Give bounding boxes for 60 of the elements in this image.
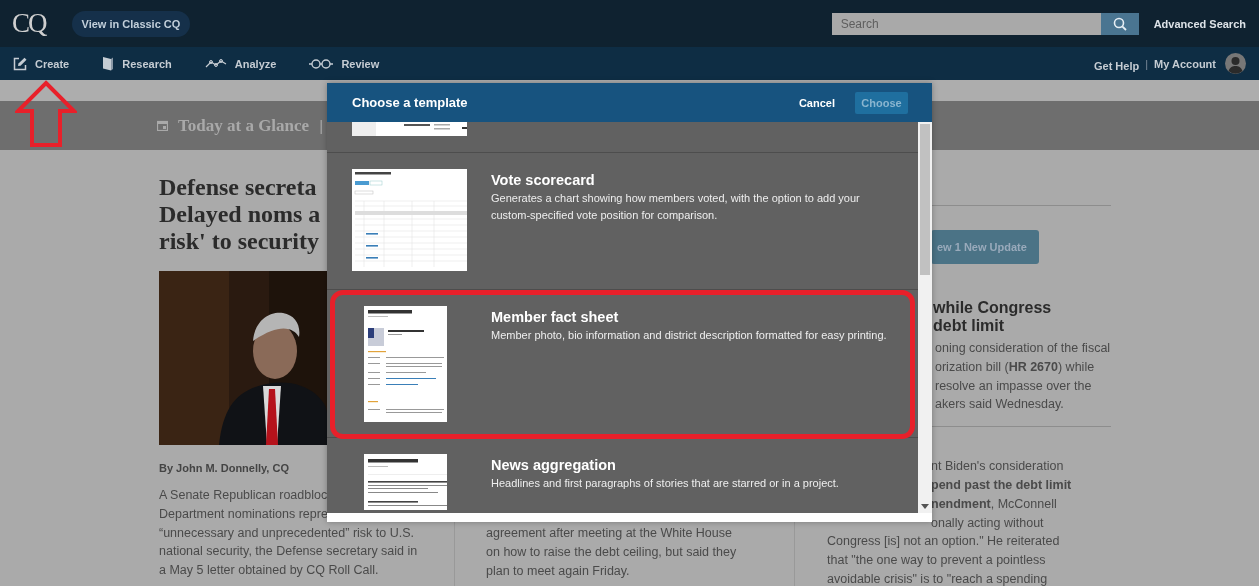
- story-text-line: nt Biden's consideration: [931, 458, 1064, 476]
- nav-item[interactable]: Research: [102, 56, 172, 71]
- avatar-icon[interactable]: [1225, 53, 1246, 74]
- story-text-line: plan to meet again Friday.: [486, 562, 630, 580]
- classic-view-link[interactable]: View in Classic CQ: [71, 10, 191, 37]
- headline-line[interactable]: while Congress: [933, 299, 1052, 317]
- book-icon: [102, 56, 115, 71]
- edit-icon: [13, 56, 27, 71]
- search-icon: [1112, 16, 1127, 31]
- template-name: Vote scorecard: [491, 171, 596, 190]
- search-field[interactable]: Search: [831, 12, 1101, 35]
- search-button[interactable]: [1100, 12, 1139, 35]
- story-text-line: akers said Wednesday.: [935, 396, 1064, 414]
- headline-line[interactable]: Defense secreta: [159, 174, 317, 201]
- section-title: Today at a Glance: [178, 115, 310, 136]
- calendar-icon: [157, 120, 168, 131]
- headline-line[interactable]: risk' to security: [159, 228, 319, 255]
- separator: |: [1145, 57, 1149, 70]
- cancel-button[interactable]: Cancel: [792, 95, 841, 110]
- story-text-line: national security, the Defense secretary said in: [159, 543, 418, 561]
- help-link[interactable]: Get Help: [1093, 59, 1140, 72]
- byline: By John M. Donnelly, CQ: [159, 462, 290, 474]
- story-text-line: resolve an impasse over the: [935, 377, 1092, 395]
- template-description: Generates a chart showing how members voted, with the option to add your custom-specified vote position for comparison.: [491, 191, 861, 223]
- headline-line[interactable]: debt limit: [933, 317, 1005, 335]
- logo[interactable]: CQ: [12, 8, 46, 39]
- story-text-line: pend past the debt limit: [931, 477, 1072, 494]
- story-text-line: agreement after meeting at the White House: [486, 525, 732, 542]
- story-text-line: A Senate Republican roadbloc: [159, 487, 328, 504]
- story-text-line: avoidable crisis" is to "reach a spending: [827, 570, 1048, 586]
- template-description: Headlines and first paragraphs of stories that are starred or in a project.: [491, 476, 840, 491]
- story-text-line: “unnecessary and unprecedented” risk to U.S.: [159, 524, 414, 542]
- scrollbar-thumb[interactable]: [920, 124, 930, 275]
- story-text-line: Department nominations repre: [159, 505, 328, 523]
- nav-item[interactable]: Create: [13, 56, 70, 71]
- headline-line[interactable]: Delayed noms a: [159, 201, 321, 228]
- template-description: Member photo, bio information and district description formatted for easy printing.: [491, 328, 888, 343]
- account-link[interactable]: My Account: [1154, 57, 1216, 70]
- story-text-line: onally acting without: [931, 514, 1044, 532]
- story-text-line: orization bill (HR 2670) while: [935, 358, 1095, 376]
- trend-line-icon: [204, 58, 227, 69]
- dialog-title: Choose a template: [352, 95, 468, 110]
- advanced-search-link[interactable]: Advanced Search: [1153, 17, 1246, 30]
- template-option[interactable]: Vote scorecard Generates a chart showing how members voted, with the option to add your custom-specified vote position for comparison.: [327, 153, 918, 290]
- story-text-line: nendment, McConnell: [931, 495, 1057, 513]
- nav-item[interactable]: Review: [309, 57, 380, 70]
- story-text-line: Congress [is] not an option." He reiterated: [827, 533, 1060, 551]
- separator: |: [319, 117, 324, 134]
- template-name: Member fact sheet: [491, 308, 620, 327]
- annotation-arrow: [15, 80, 77, 148]
- story-text-line: oning consideration of the fiscal: [935, 340, 1111, 357]
- story-text-line: a May 5 letter obtained by CQ Roll Call.: [159, 562, 379, 580]
- story-text-line: on how to raise the debt ceiling, but said they: [486, 543, 737, 561]
- scroll-down-icon[interactable]: [921, 504, 929, 509]
- template-option[interactable]: Member fact sheet Member photo, bio information and district description formatted for easy printing.: [327, 290, 918, 438]
- template-name: News aggregation: [491, 456, 617, 475]
- glasses-icon: [309, 58, 334, 69]
- nav-item[interactable]: Analyze: [204, 57, 277, 70]
- story-text-line: that "the one way to prevent a pointless: [827, 552, 1046, 570]
- scrollbar[interactable]: [918, 122, 932, 513]
